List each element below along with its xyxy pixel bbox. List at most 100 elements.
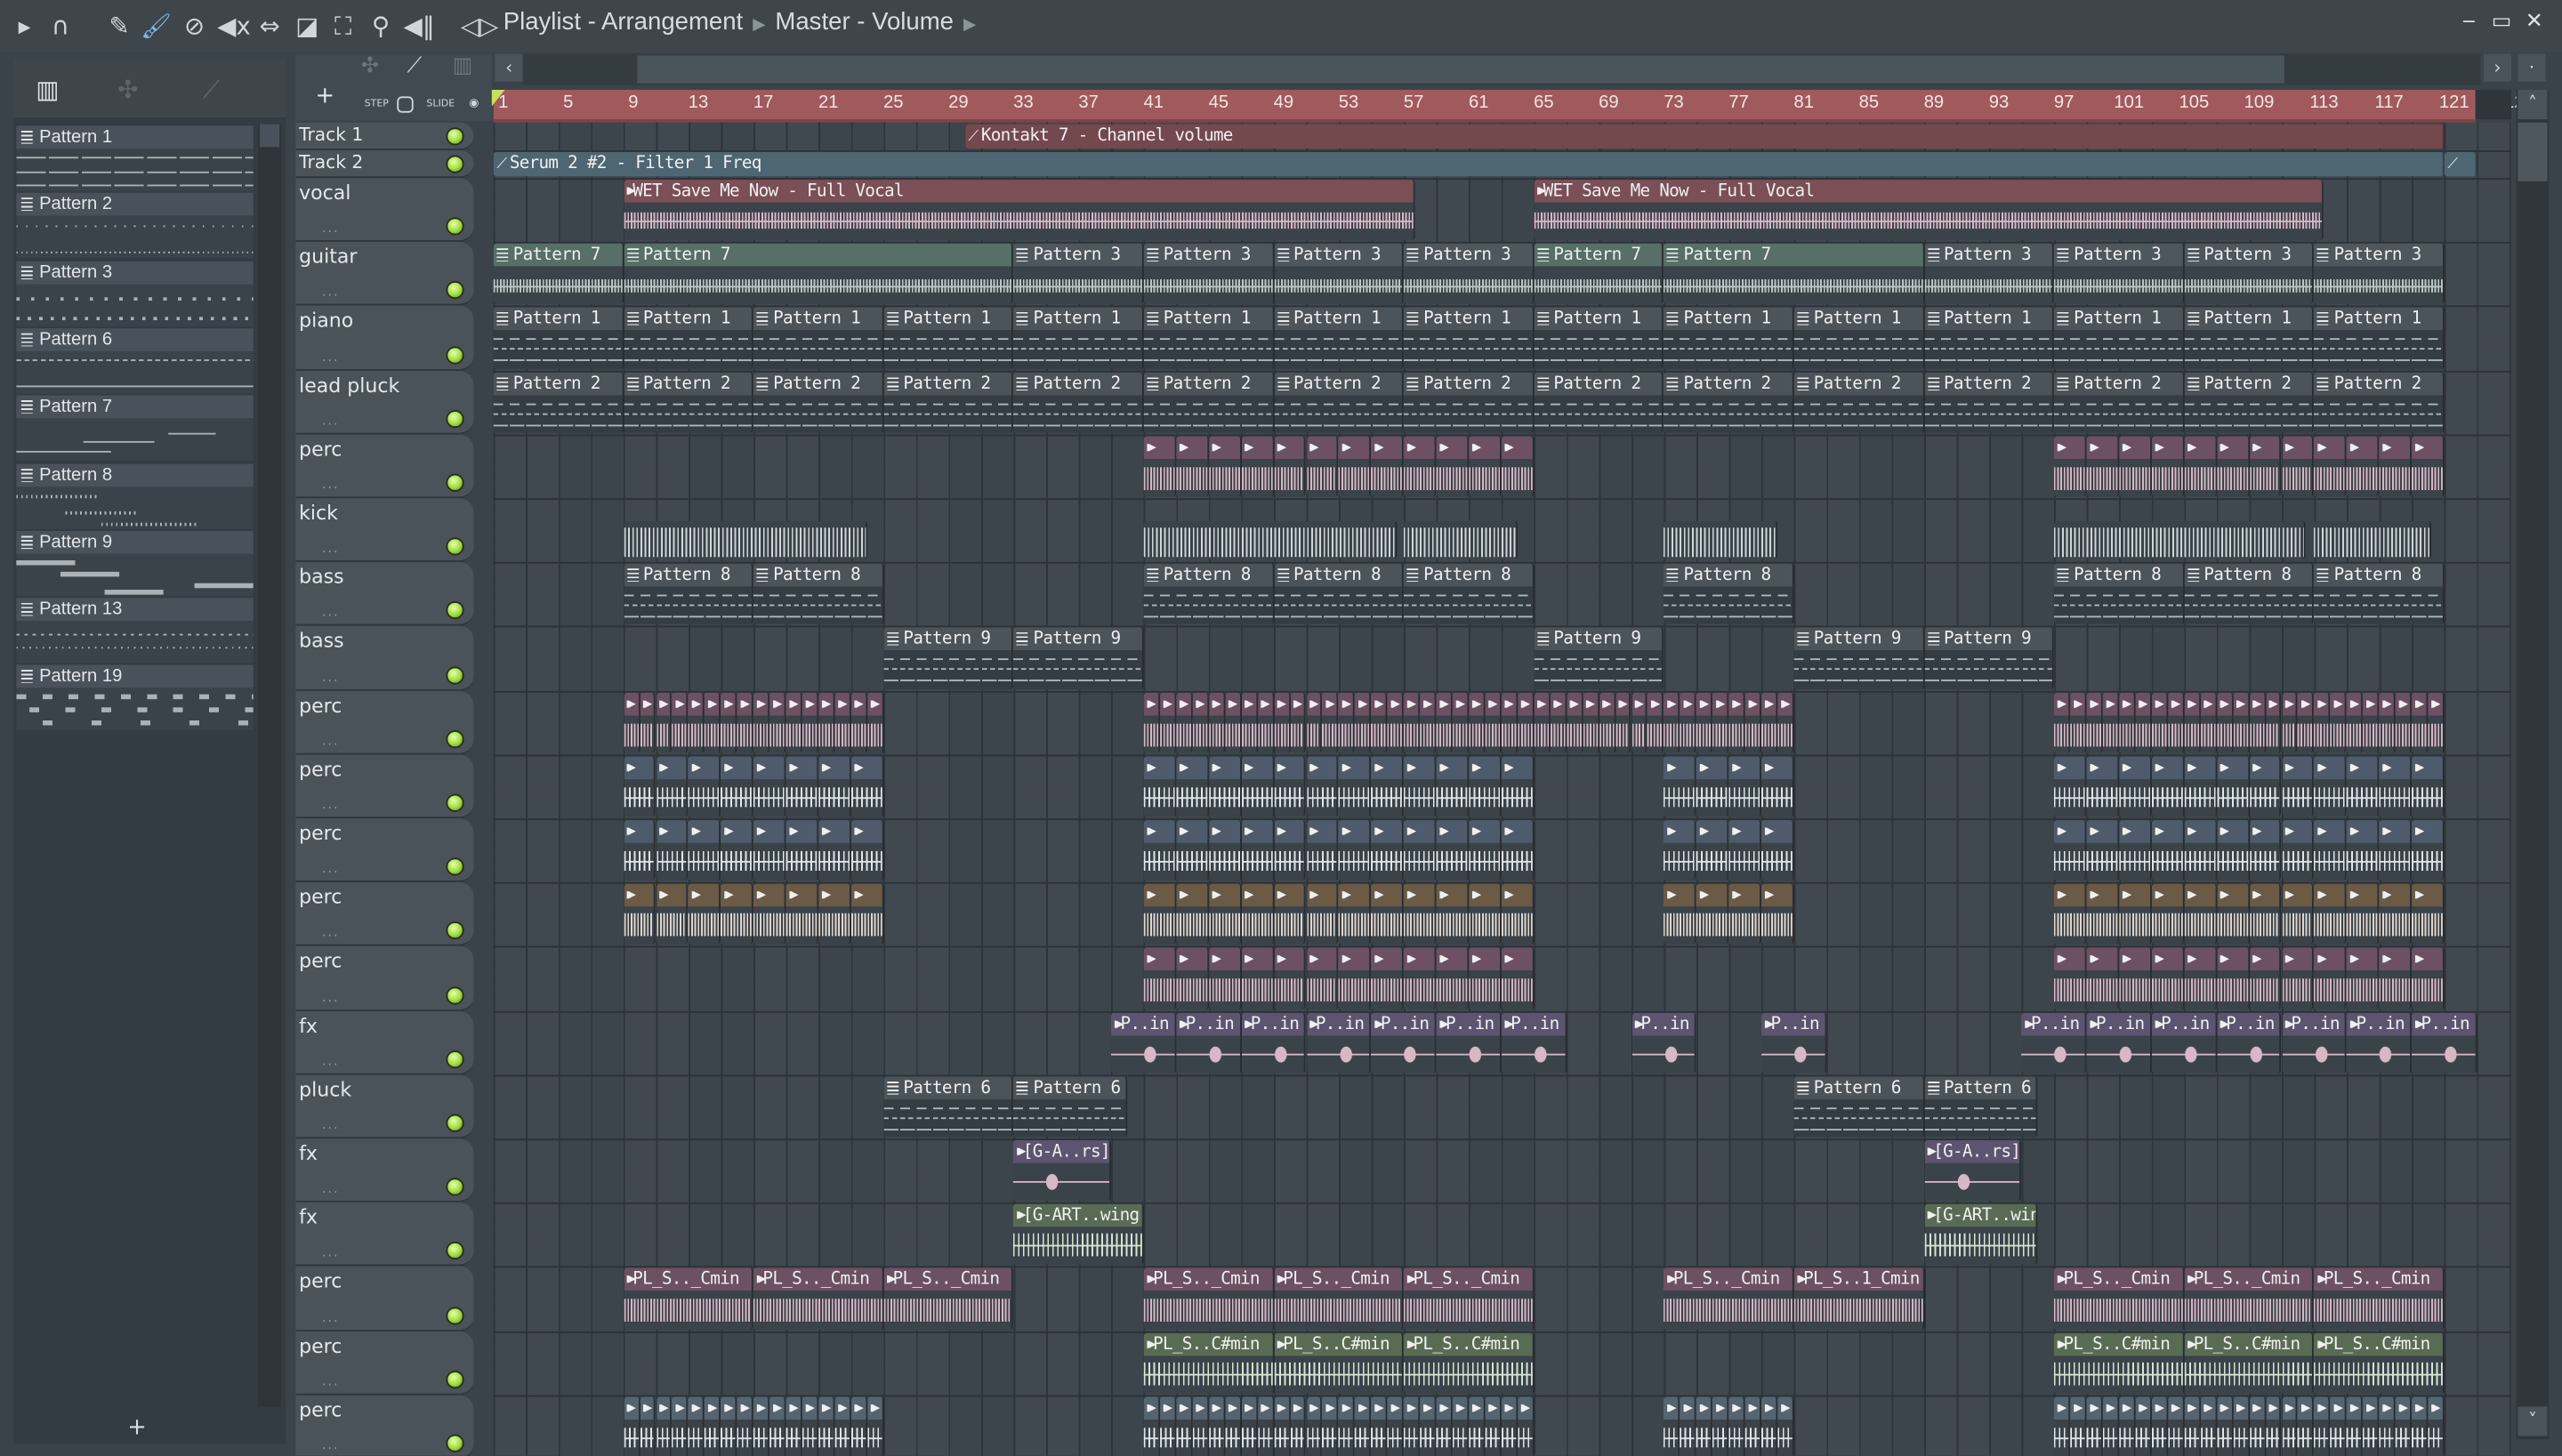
pattern-clip[interactable]: Pattern 8 bbox=[2054, 564, 2185, 625]
audio-clip[interactable]: ▶▶ bbox=[1306, 820, 1339, 881]
audio-clip[interactable]: ▶▶ bbox=[2184, 820, 2217, 881]
audio-clip[interactable]: ▶▶ bbox=[1761, 884, 1794, 945]
audio-clip[interactable]: ▶▶ bbox=[786, 692, 802, 753]
audio-clip[interactable]: ▶▶ bbox=[1241, 1396, 1258, 1456]
pattern-clip[interactable]: Pattern 2 bbox=[2054, 372, 2185, 433]
pattern-clip[interactable]: Pattern 3 bbox=[1013, 244, 1144, 305]
track-options-dots[interactable]: ... bbox=[322, 669, 340, 684]
audio-clip[interactable]: ▶▶ bbox=[721, 692, 737, 753]
audio-clip[interactable]: ▶▶ P..in bbox=[2216, 1012, 2282, 1074]
audio-clip[interactable]: ▶▶ bbox=[721, 884, 754, 945]
audio-clip[interactable]: ▶▶ bbox=[2168, 692, 2185, 753]
audio-clip[interactable]: ▶▶ bbox=[1371, 820, 1405, 881]
audio-clip[interactable]: ▶▶ bbox=[2412, 436, 2445, 497]
audio-clip[interactable]: ▶▶ bbox=[867, 1396, 884, 1456]
audio-clip[interactable]: ▶▶ bbox=[2054, 692, 2071, 753]
track-options-dots[interactable]: ... bbox=[322, 733, 340, 748]
track-name[interactable]: pluck bbox=[299, 1078, 351, 1101]
audio-clip[interactable]: ▶▶ bbox=[1208, 948, 1242, 1010]
pattern-clip[interactable]: Pattern 8 bbox=[1664, 564, 1794, 625]
audio-clip[interactable]: ▶▶ bbox=[1599, 692, 1615, 753]
audio-clip[interactable]: ▶▶ P..in bbox=[1371, 1012, 1437, 1074]
audio-clip[interactable]: ▶▶ bbox=[1404, 820, 1437, 881]
audio-clip[interactable]: ▶▶ bbox=[2216, 948, 2250, 1010]
pattern-clip[interactable]: Pattern 9 bbox=[1534, 628, 1664, 689]
pattern-clip[interactable]: Pattern 7 bbox=[1534, 244, 1664, 305]
track-name[interactable]: perc bbox=[299, 694, 342, 717]
audio-clip[interactable]: ▶▶ bbox=[2102, 1396, 2120, 1456]
audio-clip[interactable]: ▶▶ bbox=[1208, 436, 1242, 497]
audio-clip[interactable]: ▶▶ bbox=[2281, 1396, 2299, 1456]
track-enable-led[interactable] bbox=[446, 1114, 464, 1132]
audio-clip[interactable]: ▶▶ bbox=[2265, 692, 2282, 753]
audio-clip[interactable]: ▶▶ bbox=[2086, 692, 2103, 753]
audio-clip[interactable]: ▶▶ P..in bbox=[1111, 1012, 1177, 1074]
audio-clip[interactable]: ▶▶ WET Save Me Now - Full Vocal bbox=[1534, 180, 2324, 241]
audio-clip[interactable]: ▶▶ bbox=[721, 756, 754, 817]
pattern-clip[interactable]: Pattern 2 bbox=[1923, 372, 2055, 433]
audio-clip[interactable]: ▶▶ bbox=[2184, 884, 2217, 945]
pattern-clip[interactable]: Pattern 1 bbox=[1273, 308, 1405, 369]
audio-clip[interactable]: ▶▶ bbox=[2119, 1396, 2136, 1456]
track-options-dots[interactable]: ... bbox=[322, 1373, 340, 1388]
track-name[interactable]: perc bbox=[299, 1334, 342, 1357]
audio-clip[interactable]: ▶▶ bbox=[2070, 1396, 2087, 1456]
track-enable-led[interactable] bbox=[446, 155, 464, 173]
audio-clip[interactable]: ▶▶ P..in bbox=[2021, 1012, 2087, 1074]
audio-clip[interactable]: ▶▶ bbox=[1208, 692, 1226, 753]
pattern-clip[interactable]: Pattern 1 bbox=[2184, 308, 2315, 369]
audio-clip[interactable]: ▶▶ bbox=[1664, 756, 1697, 817]
track-options-dots[interactable]: ... bbox=[322, 1181, 340, 1196]
audio-clip[interactable] bbox=[1404, 520, 1519, 559]
audio-clip[interactable]: ▶▶ bbox=[2379, 436, 2413, 497]
pattern-clip[interactable]: Pattern 2 bbox=[753, 372, 884, 433]
audio-clip[interactable]: ▶▶ bbox=[1404, 884, 1437, 945]
timeline-ruler[interactable]: 1 5 9 13 17 21 25 29 33 37 41 45 49 53 57 61 65 69 73 77 81 8… bbox=[493, 90, 2534, 123]
audio-clip[interactable]: ▶▶ bbox=[2347, 884, 2380, 945]
audio-clip[interactable]: ▶▶ bbox=[1680, 692, 1697, 753]
audio-clip[interactable]: ▶▶ bbox=[1664, 884, 1697, 945]
audio-clip[interactable]: ▶▶ bbox=[2412, 692, 2429, 753]
track-enable-led[interactable] bbox=[446, 1178, 464, 1196]
audio-clip[interactable]: ▶▶ bbox=[2054, 1396, 2071, 1456]
audio-clip[interactable]: ▶▶ bbox=[1176, 756, 1209, 817]
track-header[interactable]: perc... bbox=[295, 1331, 474, 1396]
magnet-icon[interactable]: ∩ bbox=[45, 10, 75, 43]
audio-clip[interactable]: ▶▶ bbox=[2347, 1396, 2364, 1456]
audio-clip[interactable]: ▶▶ bbox=[2281, 884, 2315, 945]
scroll-left-button[interactable]: ‹ bbox=[495, 53, 523, 82]
audio-clip[interactable]: ▶▶ bbox=[1306, 436, 1339, 497]
track-header[interactable]: perc... bbox=[295, 434, 474, 499]
audio-clip[interactable]: ▶▶ bbox=[2086, 820, 2120, 881]
pattern-clip[interactable]: Pattern 6 bbox=[1013, 1076, 1128, 1138]
audio-clip[interactable]: ▶▶ bbox=[1355, 692, 1372, 753]
audio-clip[interactable]: ▶▶ bbox=[867, 692, 884, 753]
minimize-button[interactable]: ‒ bbox=[2456, 10, 2482, 39]
audio-clip[interactable]: ▶▶ PL_S.._Cmin bbox=[2314, 1268, 2445, 1330]
audio-clip[interactable]: ▶▶ bbox=[753, 756, 786, 817]
pattern-clip[interactable]: Pattern 8 bbox=[1143, 564, 1274, 625]
audio-clip[interactable]: ▶▶ bbox=[1159, 692, 1177, 753]
track-options-dots[interactable]: ... bbox=[322, 797, 340, 812]
audio-clip[interactable]: ▶▶ bbox=[1338, 692, 1356, 753]
track-name[interactable]: bass bbox=[299, 630, 343, 653]
automation-clip[interactable]: ⟋ bbox=[2444, 151, 2477, 177]
track-name[interactable]: fx bbox=[299, 1142, 318, 1165]
audio-clip[interactable]: ▶▶ bbox=[1469, 692, 1486, 753]
audio-clip[interactable]: ▶▶ bbox=[2135, 692, 2152, 753]
audio-clip[interactable]: ▶▶ bbox=[1176, 820, 1209, 881]
audio-clip[interactable]: ▶▶ bbox=[850, 692, 867, 753]
audio-clip[interactable]: ▶▶ bbox=[1469, 948, 1502, 1010]
audio-clip[interactable]: ▶▶ PL_S.._Cmin bbox=[883, 1268, 1014, 1330]
audio-clip[interactable]: ▶▶ bbox=[1371, 884, 1405, 945]
pattern-clip[interactable]: Pattern 9 bbox=[1013, 628, 1144, 689]
audio-clip[interactable]: ▶▶ bbox=[1306, 948, 1339, 1010]
track-name[interactable]: lead pluck bbox=[299, 374, 399, 397]
track-header[interactable]: perc... bbox=[295, 1267, 474, 1331]
audio-clip[interactable]: ▶▶ bbox=[1501, 948, 1535, 1010]
audio-clip[interactable]: ▶▶ bbox=[1322, 692, 1339, 753]
audio-clip[interactable]: ▶▶ bbox=[1176, 436, 1209, 497]
audio-clip[interactable]: ▶▶ bbox=[1176, 948, 1209, 1010]
slice-icon[interactable]: ◪ bbox=[293, 10, 322, 43]
automation-clip[interactable]: ⟋ Serum 2 #2 - Filter 1 Freq bbox=[493, 151, 2445, 177]
